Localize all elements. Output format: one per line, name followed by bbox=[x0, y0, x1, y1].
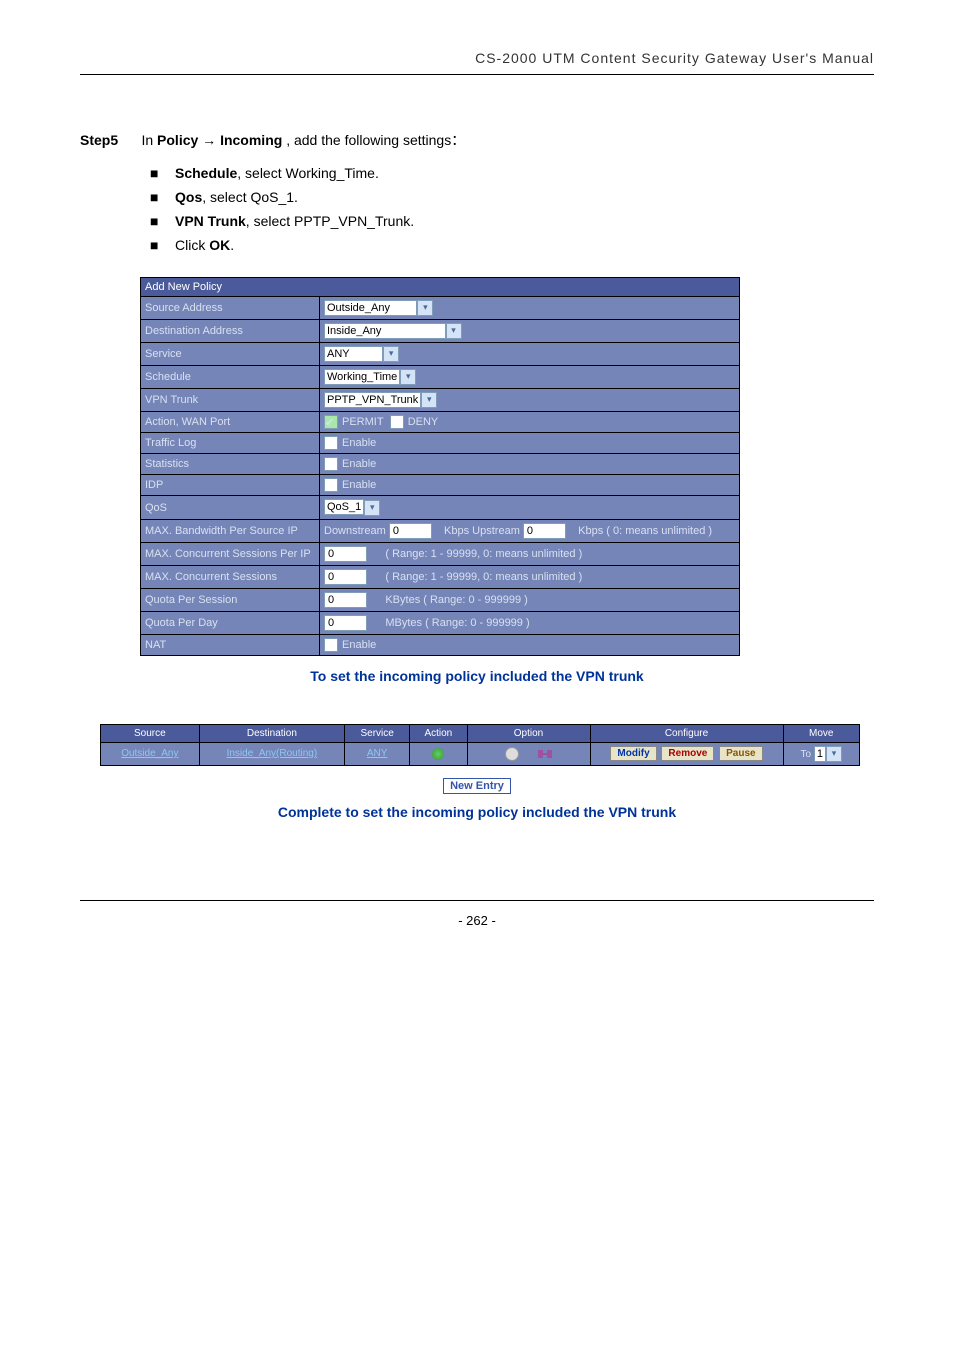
bullet-qos: ■Qos, select QoS_1. bbox=[150, 189, 874, 205]
select-qos[interactable]: QoS_1 bbox=[324, 499, 364, 515]
label-schedule: Schedule bbox=[141, 366, 320, 389]
chevron-down-icon[interactable]: ▾ bbox=[417, 300, 433, 316]
bullet-square-icon: ■ bbox=[150, 213, 160, 229]
step-arrow: → bbox=[198, 132, 220, 148]
vpn-icon bbox=[538, 748, 552, 760]
col-source: Source bbox=[101, 724, 200, 742]
page-header: CS-2000 UTM Content Security Gateway Use… bbox=[80, 50, 874, 75]
input-qpd[interactable]: 0 bbox=[324, 615, 367, 631]
caption-1: To set the incoming policy included the … bbox=[80, 668, 874, 684]
policy-grid: Source Destination Service Action Option… bbox=[100, 724, 860, 766]
checkbox-permit[interactable]: ✔ bbox=[324, 415, 338, 429]
label-qpd: Quota Per Day bbox=[141, 611, 320, 634]
clock-icon bbox=[505, 747, 519, 761]
move-to-select[interactable]: 1 bbox=[814, 746, 826, 762]
label-nat: NAT bbox=[141, 634, 320, 655]
bullet-vpn: ■VPN Trunk, select PPTP_VPN_Trunk. bbox=[150, 213, 874, 229]
step-line: Step5 In Policy → Incoming , add the fol… bbox=[80, 130, 874, 150]
label-bw: MAX. Bandwidth Per Source IP bbox=[141, 519, 320, 542]
caption-2: Complete to set the incoming policy incl… bbox=[80, 804, 874, 820]
label-qos: QoS bbox=[141, 496, 320, 519]
chevron-down-icon[interactable]: ▾ bbox=[383, 346, 399, 362]
input-cs[interactable]: 0 bbox=[324, 569, 367, 585]
select-source[interactable]: Outside_Any bbox=[324, 300, 417, 316]
label-csip: MAX. Concurrent Sessions Per IP bbox=[141, 542, 320, 565]
label-service: Service bbox=[141, 343, 320, 366]
add-policy-form: Add New Policy Source AddressOutside_Any… bbox=[140, 277, 740, 656]
checkbox-log[interactable] bbox=[324, 436, 338, 450]
page-number: - 262 - bbox=[80, 900, 874, 928]
label-action: Action, WAN Port bbox=[141, 412, 320, 433]
select-schedule[interactable]: Working_Time bbox=[324, 369, 400, 385]
bullet-square-icon: ■ bbox=[150, 237, 160, 253]
step-text-prefix: In bbox=[141, 132, 157, 148]
col-configure: Configure bbox=[590, 724, 783, 742]
select-vpn[interactable]: PPTP_VPN_Trunk bbox=[324, 392, 421, 408]
modify-button[interactable]: Modify bbox=[610, 746, 656, 761]
bullet-schedule: ■Schedule, select Working_Time. bbox=[150, 165, 874, 181]
col-action: Action bbox=[410, 724, 467, 742]
action-permit-icon bbox=[432, 748, 444, 760]
col-service: Service bbox=[345, 724, 410, 742]
step-incoming: Incoming bbox=[220, 132, 282, 148]
checkbox-deny[interactable] bbox=[390, 415, 404, 429]
checkbox-nat[interactable] bbox=[324, 638, 338, 652]
chevron-down-icon[interactable]: ▾ bbox=[826, 746, 842, 762]
step-policy: Policy bbox=[157, 132, 198, 148]
cell-source[interactable]: Outside_Any bbox=[121, 748, 178, 759]
chevron-down-icon[interactable]: ▾ bbox=[446, 323, 462, 339]
pause-button[interactable]: Pause bbox=[719, 746, 762, 761]
bullet-ok: ■Click OK. bbox=[150, 237, 874, 253]
input-upstream[interactable]: 0 bbox=[523, 523, 566, 539]
bullet-square-icon: ■ bbox=[150, 189, 160, 205]
label-log: Traffic Log bbox=[141, 433, 320, 454]
input-qps[interactable]: 0 bbox=[324, 592, 367, 608]
label-vpn: VPN Trunk bbox=[141, 389, 320, 412]
col-move: Move bbox=[783, 724, 860, 742]
select-service[interactable]: ANY bbox=[324, 346, 383, 362]
table-row: Outside_Any Inside_Any(Routing) ANY Modi… bbox=[101, 742, 860, 765]
chevron-down-icon[interactable]: ▾ bbox=[421, 392, 437, 408]
label-dest: Destination Address bbox=[141, 320, 320, 343]
input-downstream[interactable]: 0 bbox=[389, 523, 432, 539]
step-label: Step5 bbox=[80, 132, 118, 148]
step-text-suffix: , add the following settings： bbox=[282, 132, 465, 148]
cell-dest[interactable]: Inside_Any(Routing) bbox=[227, 748, 318, 759]
chevron-down-icon[interactable]: ▾ bbox=[400, 369, 416, 385]
label-cs: MAX. Concurrent Sessions bbox=[141, 565, 320, 588]
label-stat: Statistics bbox=[141, 454, 320, 475]
select-dest[interactable]: Inside_Any bbox=[324, 323, 446, 339]
label-qps: Quota Per Session bbox=[141, 588, 320, 611]
cell-service[interactable]: ANY bbox=[367, 748, 388, 759]
remove-button[interactable]: Remove bbox=[661, 746, 714, 761]
new-entry-button[interactable]: New Entry bbox=[443, 778, 511, 794]
checkbox-idp[interactable] bbox=[324, 478, 338, 492]
col-option: Option bbox=[467, 724, 590, 742]
form-title: Add New Policy bbox=[141, 278, 740, 297]
label-idp: IDP bbox=[141, 475, 320, 496]
bullet-square-icon: ■ bbox=[150, 165, 160, 181]
move-to-label: To bbox=[801, 749, 812, 760]
chevron-down-icon[interactable]: ▾ bbox=[364, 500, 380, 516]
input-csip[interactable]: 0 bbox=[324, 546, 367, 562]
col-dest: Destination bbox=[199, 724, 344, 742]
checkbox-stat[interactable] bbox=[324, 457, 338, 471]
label-source: Source Address bbox=[141, 297, 320, 320]
